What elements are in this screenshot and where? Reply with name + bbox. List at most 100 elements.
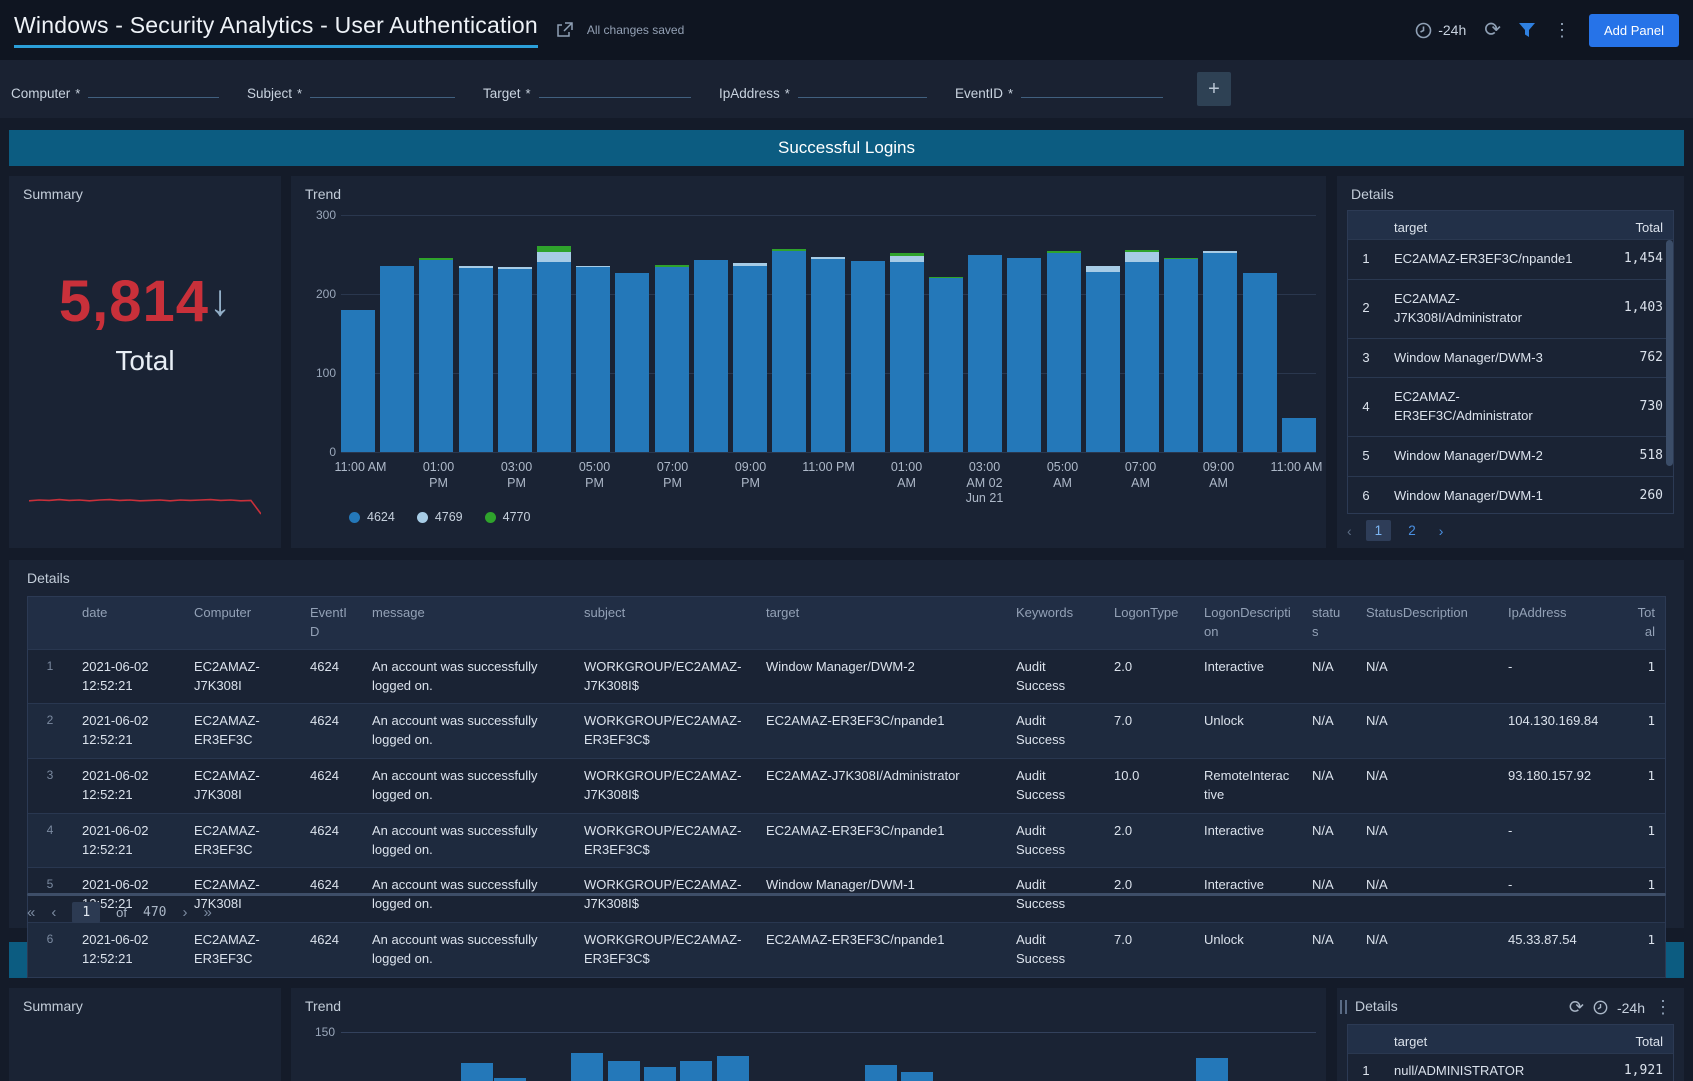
clock-icon[interactable]	[1593, 1000, 1608, 1015]
first-page-icon[interactable]: «	[27, 904, 35, 921]
trend-bar[interactable]	[772, 249, 806, 452]
column-header-total[interactable]: Total	[1595, 211, 1673, 246]
time-range-control[interactable]: -24h	[1415, 22, 1466, 39]
cell-StatusDescription: N/A	[1356, 704, 1498, 758]
filter-input-computer[interactable]	[88, 78, 219, 98]
column-header-EventID[interactable]: EventID	[300, 597, 362, 649]
dashboard-title[interactable]: Windows - Security Analytics - User Auth…	[14, 12, 538, 48]
column-header-LogonType[interactable]: LogonType	[1104, 597, 1194, 649]
add-panel-button[interactable]: Add Panel	[1589, 14, 1679, 47]
filter-input-eventid[interactable]	[1021, 78, 1163, 98]
next-page-icon[interactable]: ›	[1439, 523, 1444, 539]
trend-bar[interactable]	[537, 246, 571, 452]
trend-bar[interactable]	[694, 260, 728, 452]
next-page-icon[interactable]: ›	[183, 904, 188, 921]
column-header-message[interactable]: message	[362, 597, 574, 649]
table-row[interactable]: 32021-06-02 12:52:21EC2AMAZ-J7K308I4624A…	[28, 758, 1665, 813]
trend-bar[interactable]	[1047, 251, 1081, 452]
trend-bar[interactable]	[576, 266, 610, 452]
column-header-Computer[interactable]: Computer	[184, 597, 300, 649]
column-header-StatusDescription[interactable]: StatusDescription	[1356, 597, 1498, 649]
trend-bar[interactable]	[571, 1053, 603, 1081]
filter-input-subject[interactable]	[310, 78, 455, 98]
add-filter-button[interactable]: +	[1197, 72, 1231, 106]
drag-handle-icon[interactable]	[1340, 1000, 1347, 1014]
trend-bar[interactable]	[419, 258, 453, 452]
table-row[interactable]: 4EC2AMAZ-ER3EF3C/Administrator730	[1348, 377, 1673, 436]
table-row[interactable]: 42021-06-02 12:52:21EC2AMAZ-ER3EF3C4624A…	[28, 813, 1665, 868]
column-header-rownum[interactable]	[28, 597, 72, 649]
row-number: 5	[1348, 439, 1384, 474]
trend-bar[interactable]	[1164, 258, 1198, 452]
column-header-IpAddress[interactable]: IpAddress	[1498, 597, 1626, 649]
legend-item-4770[interactable]: 4770	[485, 510, 531, 524]
trend-bar[interactable]	[851, 261, 885, 452]
panel-time-range-label[interactable]: -24h	[1617, 1000, 1645, 1016]
trend-bar[interactable]	[901, 1072, 933, 1081]
trend-bar[interactable]	[890, 253, 924, 452]
filter-icon[interactable]	[1519, 23, 1535, 38]
column-header-target[interactable]: target	[1384, 211, 1595, 246]
legend-item-4624[interactable]: 4624	[349, 510, 395, 524]
column-header-Total[interactable]: Total	[1626, 597, 1665, 649]
table-row[interactable]: 1EC2AMAZ-ER3EF3C/npande11,454	[1348, 239, 1673, 279]
trend-bar[interactable]	[341, 310, 375, 452]
trend-bar[interactable]	[1282, 418, 1316, 452]
trend-bar[interactable]	[1243, 273, 1277, 452]
filter-input-ipaddress[interactable]	[798, 78, 927, 98]
prev-page-icon[interactable]: ‹	[51, 904, 56, 921]
trend-bar[interactable]	[1086, 266, 1120, 452]
trend-bar[interactable]	[717, 1056, 749, 1081]
trend-bar[interactable]	[1196, 1058, 1228, 1081]
current-page-field[interactable]: 1	[72, 902, 100, 923]
column-header-target[interactable]: target	[756, 597, 1006, 649]
trend-bar[interactable]	[655, 265, 689, 452]
table-row[interactable]: 62021-06-02 12:52:21EC2AMAZ-ER3EF3C4624A…	[28, 922, 1665, 977]
trend-bar[interactable]	[1007, 258, 1041, 452]
table-row[interactable]: 5Window Manager/DWM-2518	[1348, 436, 1673, 476]
trend-bar[interactable]	[1125, 250, 1159, 452]
page-button-1[interactable]: 1	[1366, 520, 1392, 541]
page-button-2[interactable]: 2	[1399, 520, 1425, 541]
filter-input-target[interactable]	[539, 78, 691, 98]
trend-bar[interactable]	[865, 1065, 897, 1081]
horizontal-scrollbar[interactable]	[27, 893, 1666, 896]
table-row[interactable]: 3Window Manager/DWM-3762	[1348, 338, 1673, 378]
column-header-date[interactable]: date	[72, 597, 184, 649]
refresh-icon[interactable]: ⟳	[1484, 20, 1501, 40]
more-options-icon[interactable]: ⋮	[1654, 997, 1672, 1018]
trend-bar[interactable]	[498, 267, 532, 452]
table-row[interactable]: 12021-06-02 12:52:21EC2AMAZ-J7K308I4624A…	[28, 649, 1665, 704]
table-row[interactable]: 22021-06-02 12:52:21EC2AMAZ-ER3EF3C4624A…	[28, 703, 1665, 758]
last-page-icon[interactable]: »	[204, 904, 212, 921]
table-row[interactable]: 2EC2AMAZ-J7K308I/Administrator1,403	[1348, 279, 1673, 338]
table-row[interactable]: 6Window Manager/DWM-1260	[1348, 476, 1673, 514]
share-icon[interactable]	[556, 22, 573, 38]
refresh-icon[interactable]: ⟳	[1569, 997, 1584, 1018]
side-pagination: ‹ 12 ›	[1347, 520, 1443, 541]
trend-bar[interactable]	[644, 1067, 676, 1081]
column-header-subject[interactable]: subject	[574, 597, 756, 649]
summary-sparkline	[29, 476, 261, 522]
trend-bar[interactable]	[459, 266, 493, 452]
column-header-status[interactable]: status	[1302, 597, 1356, 649]
table-row[interactable]: 1null/ADMINISTRATOR1,921	[1348, 1053, 1673, 1081]
trend-bar[interactable]	[615, 273, 649, 452]
legend-item-4769[interactable]: 4769	[417, 510, 463, 524]
trend-bar[interactable]	[380, 266, 414, 452]
trend-bar[interactable]	[968, 255, 1002, 452]
trend-bar[interactable]	[1203, 251, 1237, 452]
total-cell: 762	[1595, 341, 1673, 376]
trend-bar[interactable]	[733, 263, 767, 452]
column-header-LogonDescription[interactable]: LogonDescription	[1194, 597, 1302, 649]
more-options-icon[interactable]: ⋮	[1553, 21, 1571, 39]
trend-bar[interactable]	[461, 1063, 493, 1081]
trend-bar[interactable]	[608, 1061, 640, 1081]
trend-down-arrow-icon: ↓	[209, 276, 231, 325]
trend-bar[interactable]	[811, 257, 845, 452]
prev-page-icon[interactable]: ‹	[1347, 523, 1352, 539]
table-scrollbar[interactable]	[1666, 240, 1673, 466]
trend-bar[interactable]	[680, 1061, 712, 1081]
column-header-Keywords[interactable]: Keywords	[1006, 597, 1104, 649]
trend-bar[interactable]	[929, 277, 963, 452]
